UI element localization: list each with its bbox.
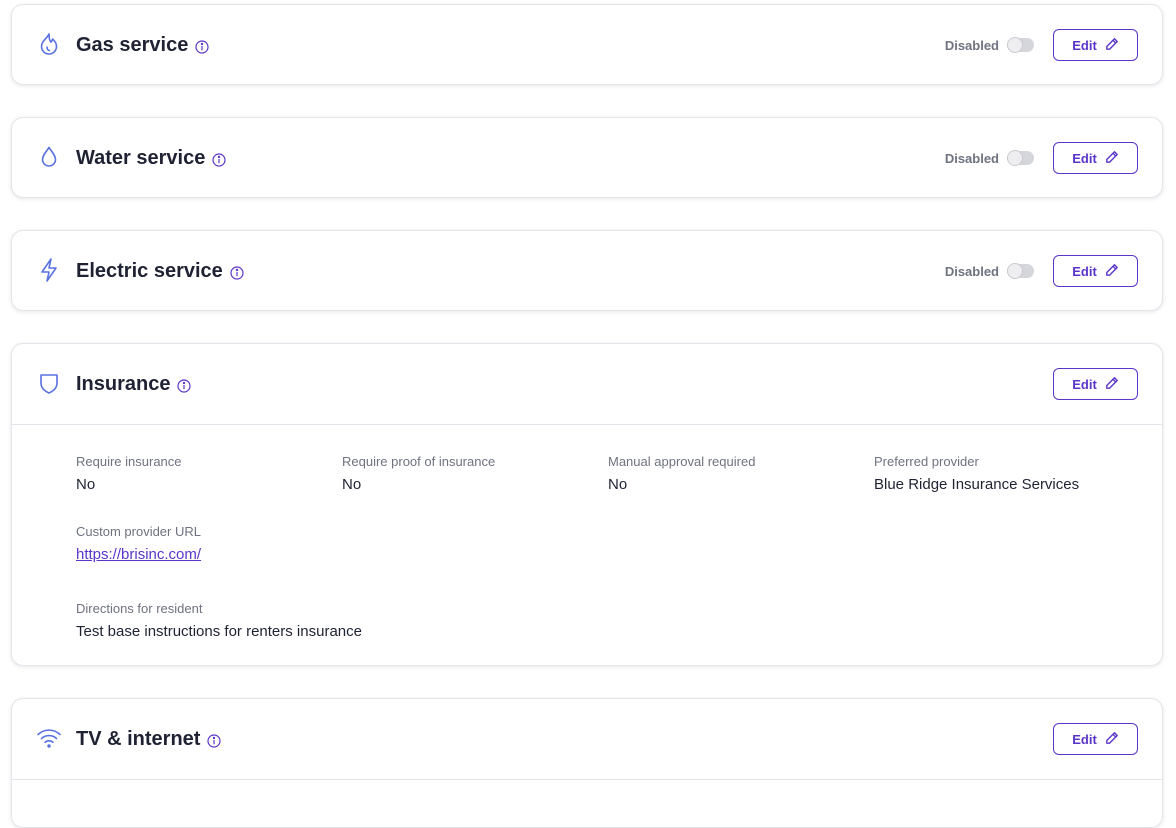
custom-provider-url-field: Custom provider URL https://brisinc.com/: [76, 524, 201, 564]
insurance-title: Insurance: [76, 372, 171, 395]
field-label: Preferred provider: [874, 454, 979, 469]
insurance-controls: Edit: [1053, 368, 1138, 400]
gas-service-controls: Disabled Edit: [945, 29, 1138, 61]
field-label: Directions for resident: [76, 601, 203, 616]
water-service-edit-button[interactable]: Edit: [1053, 142, 1138, 174]
electric-service-header: Electric service Disabled Edit: [12, 231, 1162, 310]
field-label: Manual approval required: [608, 454, 756, 469]
page-title: TV & internet: [76, 699, 222, 779]
electric-service-title: Electric service: [76, 259, 223, 282]
pencil-icon: [1105, 376, 1119, 393]
info-icon[interactable]: [177, 378, 192, 393]
gas-service-card: Gas service Disabled Edit: [11, 4, 1163, 85]
insurance-edit-button[interactable]: Edit: [1053, 368, 1138, 400]
electric-service-controls: Disabled Edit: [945, 255, 1138, 287]
info-icon[interactable]: [195, 39, 209, 54]
insurance-divider: [12, 424, 1162, 425]
tv-internet-edit-button[interactable]: Edit: [1053, 723, 1138, 755]
pencil-icon: [1105, 263, 1119, 280]
directions-field: Directions for resident Test base instru…: [76, 601, 362, 640]
field-label: Require proof of insurance: [342, 454, 496, 469]
gas-service-toggle[interactable]: [1007, 37, 1034, 53]
gas-service-status: Disabled: [944, 37, 999, 53]
require-insurance-field: Require insurance No: [76, 454, 182, 493]
field-label: Custom provider URL: [76, 524, 201, 539]
toggle-knob: [1007, 263, 1023, 279]
field-value: Blue Ridge Insurance Services: [874, 476, 1080, 493]
page-title: Electric service: [76, 231, 244, 310]
edit-button-label: Edit: [1072, 263, 1097, 279]
insurance-header: Insurance Edit: [12, 344, 1162, 424]
edit-button-label: Edit: [1072, 731, 1097, 747]
preferred-provider-field: Preferred provider Blue Ridge Insurance …: [874, 454, 1079, 493]
require-proof-field: Require proof of insurance No: [342, 454, 495, 493]
pencil-icon: [1105, 150, 1119, 167]
info-icon[interactable]: [207, 733, 222, 748]
page-title: Gas service: [76, 5, 209, 84]
tv-internet-controls: Edit: [1053, 723, 1138, 755]
water-service-card: Water service Disabled Edit: [11, 117, 1163, 198]
electric-service-toggle[interactable]: [1007, 263, 1034, 279]
tv-internet-header: TV & internet Edit: [12, 699, 1162, 779]
gas-service-title: Gas service: [76, 33, 189, 56]
edit-button-label: Edit: [1072, 376, 1097, 392]
electric-service-edit-button[interactable]: Edit: [1053, 255, 1138, 287]
custom-provider-link[interactable]: https://brisinc.com/: [76, 546, 201, 563]
lightning-icon: [36, 257, 62, 283]
info-icon[interactable]: [230, 265, 244, 280]
water-service-toggle[interactable]: [1007, 150, 1034, 166]
gas-service-header: Gas service Disabled Edit: [12, 5, 1162, 84]
field-value: No: [608, 476, 628, 493]
page-title: Insurance: [76, 344, 192, 424]
shield-icon: [36, 370, 62, 396]
info-icon[interactable]: [212, 152, 226, 167]
electric-service-card: Electric service Disabled Edit: [11, 230, 1163, 311]
water-service-header: Water service Disabled Edit: [12, 118, 1162, 197]
field-value: Test base instructions for renters insur…: [76, 623, 362, 640]
field-value: No: [342, 476, 362, 493]
water-service-status: Disabled: [944, 150, 999, 166]
manual-approval-field: Manual approval required No: [608, 454, 755, 493]
tv-internet-divider: [12, 779, 1162, 780]
field-value: No: [76, 476, 96, 493]
edit-button-label: Edit: [1072, 150, 1097, 166]
field-label: Require insurance: [76, 454, 182, 469]
gas-service-edit-button[interactable]: Edit: [1053, 29, 1138, 61]
tv-internet-title: TV & internet: [76, 727, 201, 750]
insurance-card: Insurance Edit Require insurance No Requ…: [11, 343, 1163, 666]
toggle-knob: [1007, 150, 1023, 166]
tv-internet-card: TV & internet Edit: [11, 698, 1163, 828]
water-drop-icon: [36, 144, 62, 170]
pencil-icon: [1105, 37, 1119, 54]
electric-service-status: Disabled: [944, 263, 999, 279]
toggle-knob: [1007, 37, 1023, 53]
edit-button-label: Edit: [1072, 37, 1097, 53]
pencil-icon: [1105, 731, 1119, 748]
water-service-title: Water service: [76, 146, 206, 169]
page-title: Water service: [76, 118, 226, 197]
wifi-icon: [36, 725, 62, 751]
flame-icon: [36, 31, 62, 57]
water-service-controls: Disabled Edit: [945, 142, 1138, 174]
